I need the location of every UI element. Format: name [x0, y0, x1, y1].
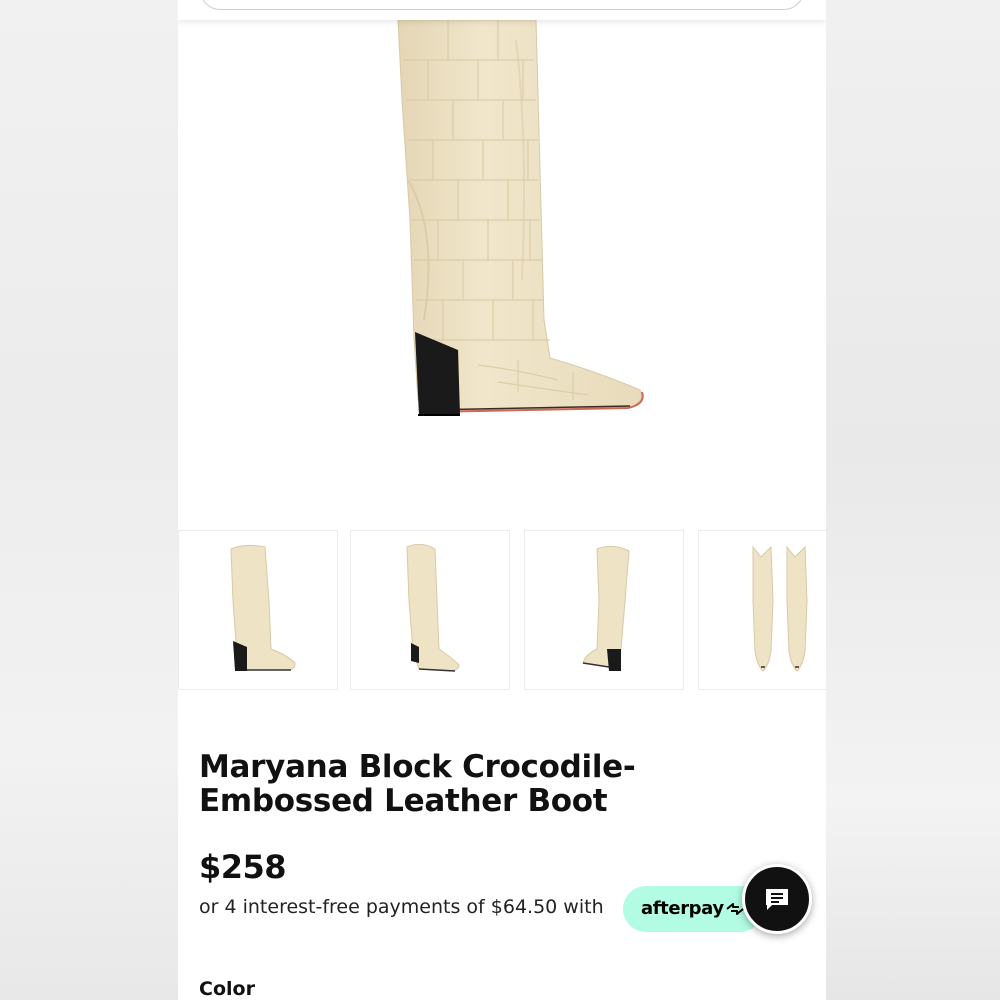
chat-bubble-icon	[766, 889, 788, 910]
thumbnail-strip	[178, 530, 826, 692]
color-section-label: Color	[199, 978, 255, 1000]
backdrop-left	[0, 0, 178, 1000]
afterpay-label: afterpay	[641, 898, 724, 919]
thumbnail-side-view[interactable]	[178, 530, 338, 690]
boot-image	[397, 20, 644, 416]
header-strip	[178, 0, 826, 20]
product-title: Maryana Block Crocodile-Embossed Leather…	[199, 749, 636, 819]
product-price: $258	[199, 848, 287, 886]
installment-text: or 4 interest-free payments of $64.50 wi…	[199, 896, 604, 918]
thumbnail-front-pair-view[interactable]	[698, 530, 826, 690]
chat-button[interactable]	[742, 864, 812, 934]
backdrop-right	[826, 0, 1000, 1000]
product-main-image[interactable]	[178, 20, 826, 525]
product-page: Maryana Block Crocodile-Embossed Leather…	[178, 0, 826, 1000]
search-input[interactable]	[200, 0, 804, 10]
thumbnail-front-angle-view[interactable]	[350, 530, 510, 690]
thumbnail-back-angle-view[interactable]	[524, 530, 684, 690]
